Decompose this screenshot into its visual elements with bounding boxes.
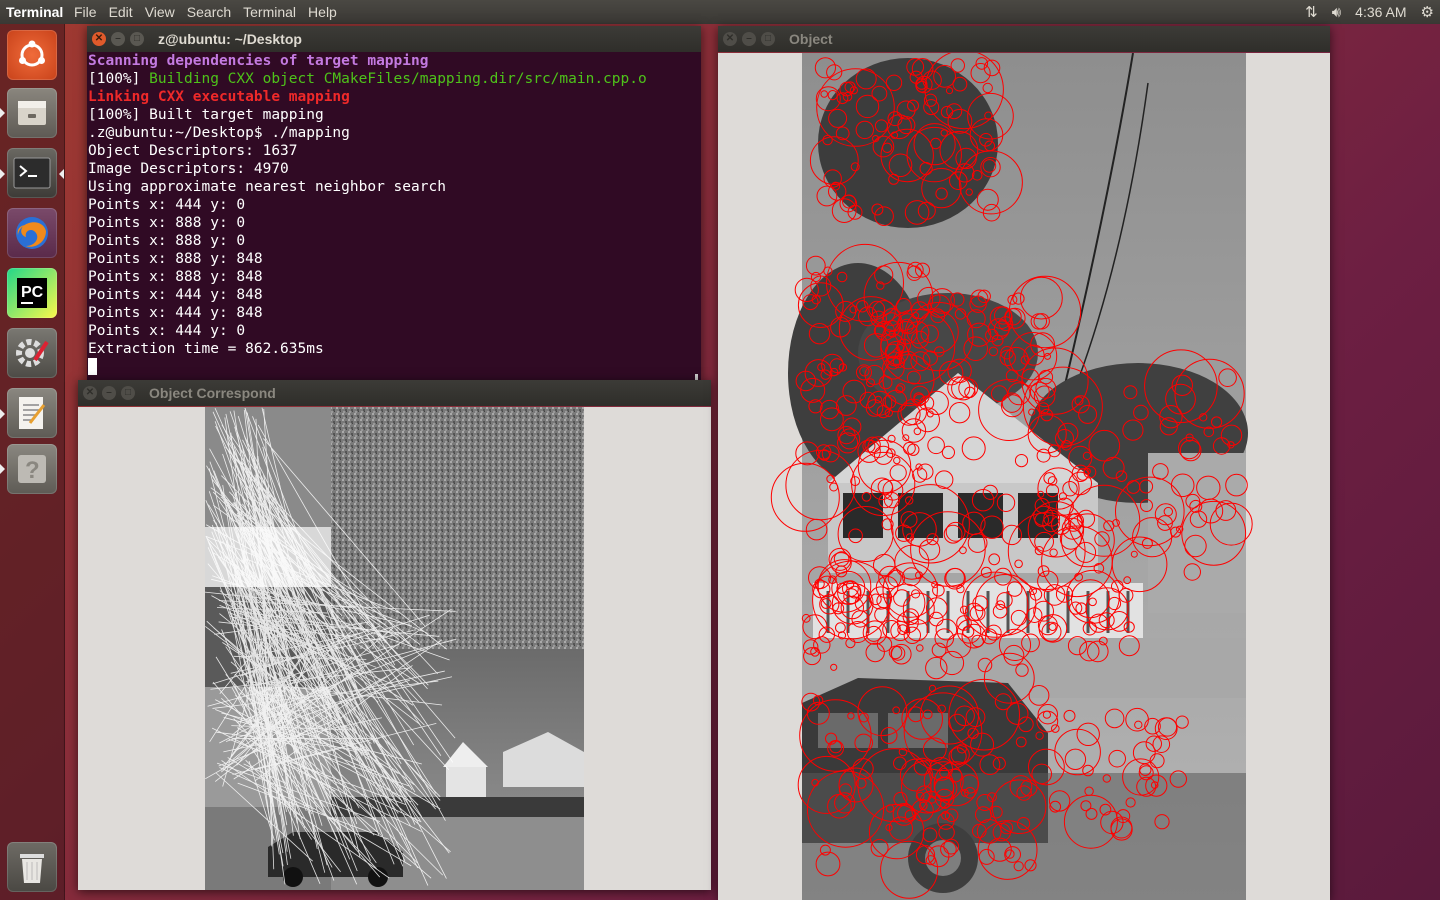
window-title: Object — [789, 31, 833, 47]
terminal-line: [100%] Built target mapping — [88, 107, 324, 123]
system-settings-icon[interactable] — [7, 328, 57, 378]
top-panel: Terminal File Edit View Search Terminal … — [0, 0, 1440, 24]
minimize-icon[interactable]: – — [742, 32, 756, 46]
terminal-line: Points x: 888 y: 848 — [88, 251, 263, 267]
settings-gear-icon[interactable]: ⚙ — [1421, 3, 1434, 21]
menu-edit[interactable]: Edit — [103, 4, 139, 20]
svg-text:PC: PC — [21, 284, 44, 301]
text-cursor — [88, 358, 97, 375]
terminal-output[interactable]: Scanning dependencies of target mapping … — [87, 52, 701, 380]
terminal-running-pip — [0, 169, 5, 179]
match-visualization-image — [204, 407, 584, 890]
menu-help[interactable]: Help — [302, 4, 343, 20]
network-icon[interactable]: ⇅ — [1305, 3, 1318, 21]
terminal-line: Image Descriptors: 4970 — [88, 161, 289, 177]
object-titlebar[interactable]: ✕ – □ Object — [718, 26, 1330, 52]
terminal-line: Points x: 444 y: 848 — [88, 287, 263, 303]
firefox-icon[interactable] — [7, 208, 57, 258]
files-running-pip — [0, 108, 5, 118]
help-running-pip — [0, 464, 5, 474]
menu-terminal[interactable]: Terminal — [237, 4, 302, 20]
maximize-icon[interactable]: □ — [761, 32, 775, 46]
terminal-line: Extraction time = 862.635ms — [88, 341, 324, 357]
terminal-line: Using approximate nearest neighbor searc… — [88, 179, 446, 195]
terminal-line: Points x: 444 y: 0 — [88, 323, 246, 339]
close-icon[interactable]: ✕ — [92, 32, 106, 46]
terminal-titlebar[interactable]: ✕ – □ z@ubuntu: ~/Desktop — [87, 26, 701, 52]
terminal-icon[interactable] — [7, 148, 57, 198]
correspond-canvas — [78, 407, 711, 890]
terminal-line: Points x: 888 y: 0 — [88, 233, 246, 249]
trash-icon[interactable] — [7, 842, 57, 892]
clock[interactable]: 4:36 AM — [1355, 4, 1406, 20]
keypoints-image — [770, 53, 1253, 900]
volume-icon[interactable]: 🔊︎ — [1332, 4, 1341, 21]
terminal-line: .z@ubuntu:~/Desktop$ ./mapping — [88, 125, 350, 141]
maximize-icon[interactable]: □ — [130, 32, 144, 46]
terminal-line: [100%] Building CXX object CMakeFiles/ma… — [88, 71, 647, 87]
ubuntu-dash-icon[interactable] — [7, 30, 57, 80]
terminal-line: Points x: 444 y: 0 — [88, 197, 246, 213]
correspond-titlebar[interactable]: ✕ – □ Object Correspond — [78, 380, 711, 406]
terminal-window[interactable]: ✕ – □ z@ubuntu: ~/Desktop Scanning depen… — [87, 26, 701, 380]
terminal-focused-pip — [59, 169, 64, 179]
launcher: PC ? — [0, 24, 65, 900]
pycharm-icon[interactable]: PC — [7, 268, 57, 318]
menu-view[interactable]: View — [139, 4, 181, 20]
menu-file[interactable]: File — [68, 4, 103, 20]
menu-search[interactable]: Search — [181, 4, 237, 20]
object-correspond-window[interactable]: ✕ – □ Object Correspond — [78, 380, 711, 890]
maximize-icon[interactable]: □ — [121, 386, 135, 400]
terminal-line: Points x: 888 y: 0 — [88, 215, 246, 231]
terminal-line: Points x: 888 y: 848 — [88, 269, 263, 285]
help-icon[interactable]: ? — [7, 444, 57, 494]
object-canvas — [718, 53, 1330, 900]
object-window[interactable]: ✕ – □ Object — [718, 26, 1330, 900]
minimize-icon[interactable]: – — [102, 386, 116, 400]
terminal-line: Object Descriptors: 1637 — [88, 143, 298, 159]
editor-running-pip — [0, 409, 5, 419]
terminal-line: Points x: 444 y: 848 — [88, 305, 263, 321]
terminal-prompt[interactable] — [88, 358, 701, 376]
svg-text:?: ? — [25, 457, 40, 484]
terminal-line: Scanning dependencies of target mapping — [88, 53, 429, 69]
window-title: z@ubuntu: ~/Desktop — [158, 31, 302, 47]
window-title: Object Correspond — [149, 385, 276, 401]
close-icon[interactable]: ✕ — [83, 386, 97, 400]
terminal-line: Linking CXX executable mapping — [88, 89, 350, 105]
close-icon[interactable]: ✕ — [723, 32, 737, 46]
active-app-title: Terminal — [6, 4, 64, 20]
files-icon[interactable] — [7, 88, 57, 138]
text-editor-icon[interactable] — [7, 388, 57, 438]
minimize-icon[interactable]: – — [111, 32, 125, 46]
